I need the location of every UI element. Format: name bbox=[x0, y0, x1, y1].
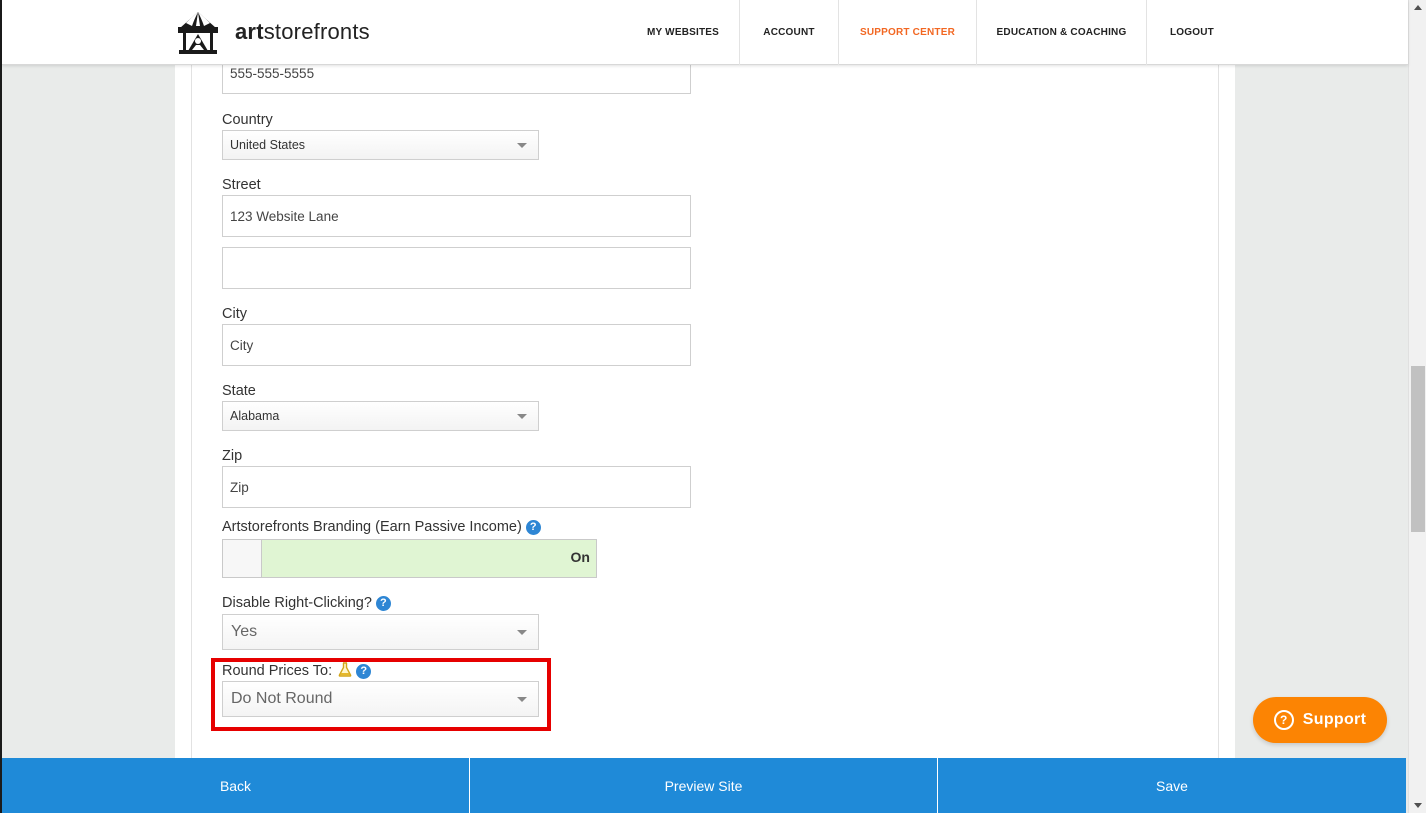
city-label: City bbox=[222, 306, 247, 322]
chevron-down-icon bbox=[517, 143, 527, 148]
logo-text-bold: art bbox=[235, 19, 264, 44]
right-click-label-row: Disable Right-Clicking?? bbox=[222, 595, 391, 611]
preview-site-button[interactable]: Preview Site bbox=[470, 758, 937, 813]
save-button[interactable]: Save bbox=[938, 758, 1406, 813]
branding-label: Artstorefronts Branding (Earn Passive In… bbox=[222, 519, 522, 535]
right-click-label: Disable Right-Clicking? bbox=[222, 595, 372, 611]
city-input[interactable]: City bbox=[222, 324, 691, 366]
scrollbar-thumb[interactable] bbox=[1411, 366, 1425, 532]
street-line2-input[interactable] bbox=[222, 247, 691, 289]
nav-my-websites[interactable]: MY WEBSITES bbox=[627, 0, 739, 65]
state-select[interactable]: Alabama bbox=[222, 401, 539, 431]
logo-wordmark: artstorefronts bbox=[235, 19, 370, 45]
street-value: 123 Website Lane bbox=[230, 208, 339, 224]
branding-label-row: Artstorefronts Branding (Earn Passive In… bbox=[222, 519, 541, 535]
window-edge bbox=[0, 0, 2, 813]
chevron-down-icon bbox=[517, 630, 527, 635]
toggle-state-label: On bbox=[570, 549, 590, 565]
bottom-action-bar: Back Preview Site Save bbox=[2, 758, 1406, 813]
nav-account[interactable]: ACCOUNT bbox=[740, 0, 838, 65]
help-icon[interactable]: ? bbox=[525, 519, 541, 535]
state-label: State bbox=[222, 383, 256, 399]
vertical-scrollbar[interactable] bbox=[1408, 0, 1426, 813]
nav-support-center[interactable]: SUPPORT CENTER bbox=[839, 0, 976, 65]
right-click-value: Yes bbox=[231, 623, 258, 640]
country-label: Country bbox=[222, 112, 273, 128]
state-value: Alabama bbox=[230, 409, 280, 423]
zip-placeholder: Zip bbox=[230, 479, 249, 495]
phone-value: 555-555-5555 bbox=[230, 65, 315, 81]
street-input[interactable]: 123 Website Lane bbox=[222, 195, 691, 237]
right-click-select[interactable]: Yes bbox=[222, 614, 539, 650]
logo[interactable]: artstorefronts bbox=[174, 8, 370, 56]
help-circle-icon: ? bbox=[1273, 710, 1294, 730]
back-button[interactable]: Back bbox=[2, 758, 469, 813]
support-label: Support bbox=[1302, 711, 1367, 728]
country-value: United States bbox=[230, 138, 306, 152]
top-header: artstorefronts MY WEBSITES ACCOUNT SUPPO… bbox=[2, 0, 1408, 65]
zip-input[interactable]: Zip bbox=[222, 466, 691, 508]
street-label: Street bbox=[222, 177, 261, 193]
branding-toggle[interactable]: On bbox=[222, 539, 597, 578]
chevron-down-icon bbox=[517, 414, 527, 419]
scroll-down-icon[interactable] bbox=[1414, 803, 1422, 808]
country-select[interactable]: United States bbox=[222, 130, 539, 160]
help-icon[interactable]: ? bbox=[375, 595, 391, 611]
nav-logout[interactable]: LOGOUT bbox=[1147, 0, 1237, 65]
toggle-knob[interactable] bbox=[223, 540, 262, 577]
zip-label: Zip bbox=[222, 448, 243, 464]
city-placeholder: City bbox=[230, 337, 254, 353]
logo-text-rest: storefronts bbox=[263, 19, 370, 44]
nav-education-coaching[interactable]: EDUCATION & COACHING bbox=[977, 0, 1146, 65]
highlight-annotation-box bbox=[211, 658, 551, 731]
support-button[interactable]: ? Support bbox=[1253, 697, 1387, 743]
scroll-up-icon[interactable] bbox=[1414, 5, 1422, 10]
storefront-logo-icon bbox=[178, 12, 218, 54]
